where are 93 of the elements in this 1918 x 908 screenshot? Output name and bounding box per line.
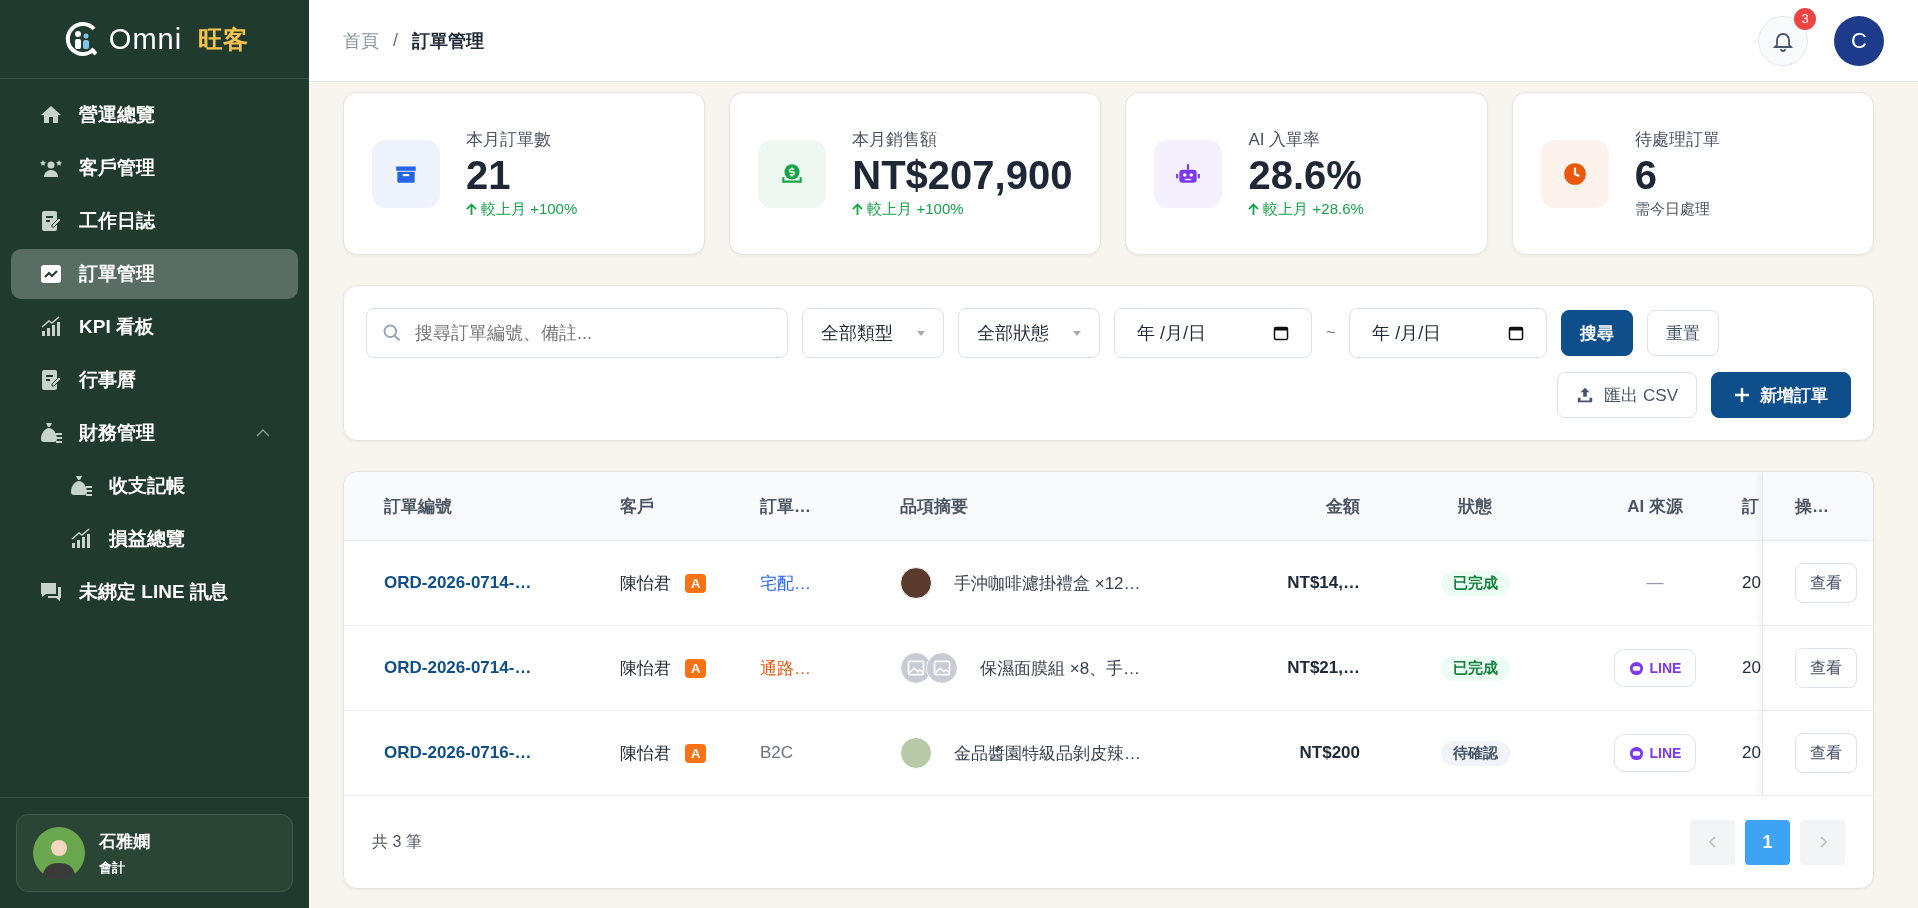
stat-value: 28.6% xyxy=(1248,153,1363,198)
amount: NT$14,… xyxy=(1286,573,1360,593)
order-type: 宅配… xyxy=(760,572,812,595)
table-cell-text: 20 xyxy=(1741,743,1762,763)
caret-icon xyxy=(917,330,925,336)
sidebar-subitem[interactable]: 損益總覽 xyxy=(11,514,298,564)
status-badge: 待確認 xyxy=(1440,740,1510,766)
sidebar-subitem[interactable]: 收支記帳 xyxy=(11,461,298,511)
chevron-left-icon xyxy=(1708,836,1717,848)
date-field[interactable]: 年 /月/日 xyxy=(1349,308,1548,358)
sidebar-item[interactable]: 工作日誌 xyxy=(11,196,298,246)
stat-value: NT$207,900 xyxy=(852,153,1073,198)
sidebar-item[interactable]: 訂單管理 xyxy=(11,249,298,299)
line-source-badge: LINE xyxy=(1613,734,1697,772)
user-name: 石雅嫻 xyxy=(99,830,150,853)
calendar-icon xyxy=(1508,325,1525,341)
column-header: 訂單… xyxy=(760,495,812,518)
breadcrumb-item: 訂單管理 xyxy=(412,29,484,53)
search-button[interactable]: 搜尋 xyxy=(1561,310,1634,356)
status-select[interactable]: 全部狀態 xyxy=(958,308,1100,358)
tier-badge: A xyxy=(685,658,707,678)
table-cell-text: 20 xyxy=(1741,658,1762,678)
tier-badge: A xyxy=(685,573,707,593)
chevron-right-icon xyxy=(1818,836,1827,848)
new-order-button[interactable]: 新增訂單 xyxy=(1711,372,1851,418)
range-separator: ~ xyxy=(1326,324,1336,342)
order-number-link[interactable]: ORD-2026-0714-… xyxy=(344,573,620,593)
previous-page-button[interactable] xyxy=(1690,819,1735,865)
view-button[interactable]: 查看 xyxy=(1795,648,1857,688)
table-cell-text: 20 xyxy=(1741,573,1762,593)
column-header: 金額 xyxy=(1325,495,1360,518)
view-button[interactable]: 查看 xyxy=(1795,733,1857,773)
column-header: 客戶 xyxy=(620,495,655,518)
export-button[interactable]: 匯出 CSV xyxy=(1557,372,1697,418)
item-summary: 金品醬園特級品剝皮辣… xyxy=(954,742,1141,765)
item-summary: 手沖咖啡濾掛禮盒 ×12… xyxy=(954,572,1141,595)
order-type: 通路… xyxy=(760,657,812,680)
stat-label: 本月銷售額 xyxy=(852,129,939,151)
sidebar-item[interactable]: KPI 看板 xyxy=(11,302,298,352)
column-header: 狀態 xyxy=(1457,495,1493,518)
stat-note: 較上月 +100% xyxy=(867,200,964,219)
caret-icon xyxy=(1073,330,1081,336)
line-source-badge: LINE xyxy=(1613,649,1697,687)
order-number-link[interactable]: ORD-2026-0716-… xyxy=(344,743,620,763)
brand-suffix: 旺客 xyxy=(198,23,249,55)
empty-value: — xyxy=(1646,573,1664,593)
column-header: 訂單編號 xyxy=(383,495,453,518)
customer-name: 陳怡君 xyxy=(620,742,671,765)
amount: NT$200 xyxy=(1298,743,1360,763)
user-role: 會計 xyxy=(99,858,126,877)
stat-value: 6 xyxy=(1634,153,1658,198)
type-select[interactable]: 全部類型 xyxy=(802,308,944,358)
stat-label: 待處理訂單 xyxy=(1634,129,1720,151)
total-count: 共 3 筆 xyxy=(372,831,422,852)
order-number-link[interactable]: ORD-2026-0714-… xyxy=(344,658,620,678)
column-header: 訂 xyxy=(1741,495,1760,518)
calendar-icon xyxy=(1273,325,1289,341)
view-button[interactable]: 查看 xyxy=(1795,563,1857,603)
reset-button[interactable]: 重置 xyxy=(1647,310,1720,356)
sidebar-item[interactable]: 客戶管理 xyxy=(11,143,298,193)
sidebar-item[interactable]: 行事曆 xyxy=(11,355,298,405)
customer-name: 陳怡君 xyxy=(620,572,671,595)
date-field[interactable]: 年 /月/日 xyxy=(1114,308,1312,358)
customer-name: 陳怡君 xyxy=(620,657,671,680)
column-header: AI 來源 xyxy=(1626,495,1684,518)
tier-badge: A xyxy=(685,743,707,763)
notification-badge: 3 xyxy=(1794,7,1816,30)
avatar-icon xyxy=(33,827,85,879)
stat-note: 需今日處理 xyxy=(1634,200,1710,219)
sidebar-item[interactable]: 財務管理 xyxy=(11,408,298,458)
next-page-button[interactable] xyxy=(1800,819,1845,865)
user-card[interactable]: 石雅嫻 會計 xyxy=(16,814,293,892)
stat-label: AI 入單率 xyxy=(1248,129,1322,151)
status-badge: 已完成 xyxy=(1440,570,1510,596)
sidebar-item[interactable]: 營運總覽 xyxy=(11,90,298,140)
stat-label: 本月訂單數 xyxy=(466,129,552,151)
order-type: B2C xyxy=(760,743,795,763)
upload-icon xyxy=(1576,386,1595,404)
stat-note: 較上月 +100% xyxy=(481,200,578,219)
sidebar-item[interactable]: 未綁定 LINE 訊息 xyxy=(11,567,298,617)
column-header: 品項摘要 xyxy=(900,495,969,518)
item-summary: 保濕面膜組 ×8、手… xyxy=(980,657,1141,680)
brand-name: Omni xyxy=(108,22,183,56)
column-header: 操… xyxy=(1762,472,1873,540)
search-field[interactable]: 搜尋訂單編號、備註... xyxy=(366,308,788,358)
stat-value: 21 xyxy=(466,153,512,198)
amount: NT$21,… xyxy=(1286,658,1360,678)
notification-button[interactable] xyxy=(1758,15,1808,66)
plus-icon xyxy=(1734,387,1750,403)
status-badge: 已完成 xyxy=(1440,655,1510,681)
breadcrumb-separator: / xyxy=(393,30,398,51)
user-avatar[interactable]: C xyxy=(1834,15,1884,66)
stat-note: 較上月 +28.6% xyxy=(1263,200,1364,219)
